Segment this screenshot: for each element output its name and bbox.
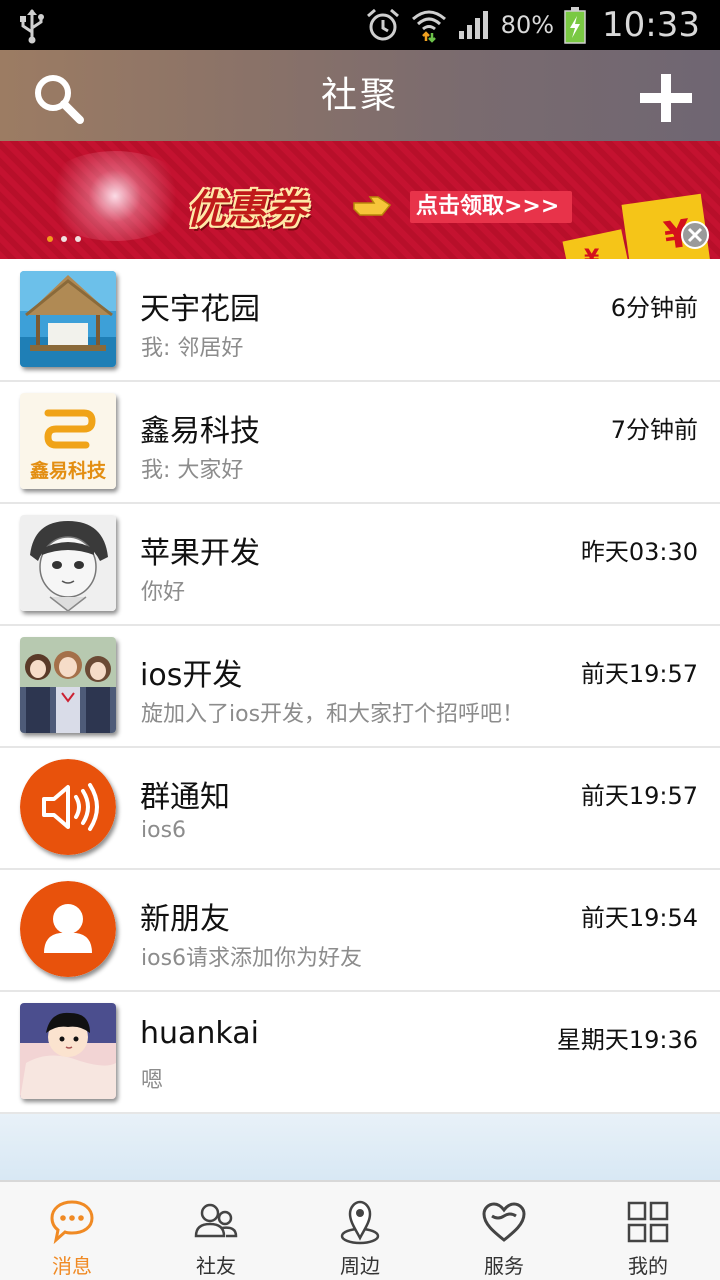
heart-hands-icon xyxy=(482,1202,526,1242)
conversation-time: 6分钟前 xyxy=(610,294,698,322)
conversation-time: 7分钟前 xyxy=(610,416,698,444)
location-pin-icon xyxy=(340,1200,380,1245)
conversation-name: ios开发 xyxy=(140,658,243,693)
friends-icon xyxy=(194,1203,238,1238)
conversation-list: 天宇花园 我: 邻居好 6分钟前 鑫易科技 鑫易科技 我: 大家好 7分钟前 苹… xyxy=(0,260,720,1114)
avatar-cartoon-kid xyxy=(20,1003,116,1099)
conversation-row[interactable]: 苹果开发 你好 昨天03:30 xyxy=(0,504,720,626)
coupon-title: 优惠券 xyxy=(186,186,306,233)
promo-banner[interactable]: 优惠券 点击领取>>> ¥ ¥ xyxy=(0,141,720,259)
clock: 10:33 xyxy=(602,5,700,45)
avatar-person-icon xyxy=(20,881,116,977)
pointing-hand-icon xyxy=(353,196,392,216)
grid-icon xyxy=(627,1201,669,1243)
svg-text:¥: ¥ xyxy=(584,246,600,259)
alarm-icon xyxy=(366,8,399,41)
pagination-dot xyxy=(47,236,53,242)
tab-label: 社友 xyxy=(196,1254,236,1278)
chat-bubble-icon xyxy=(50,1200,94,1245)
avatar-sketch-boy xyxy=(20,515,116,611)
conversation-preview: 旋加入了ios开发，和大家打个招呼吧！ xyxy=(141,702,525,727)
conversation-preview: 我: 大家好 xyxy=(141,458,244,483)
svg-text:鑫易科技: 鑫易科技 xyxy=(29,459,107,482)
conversation-name: 天宇花园 xyxy=(140,292,260,327)
conversation-time: 昨天03:30 xyxy=(580,538,698,566)
pagination-dot xyxy=(61,236,67,242)
battery-icon xyxy=(564,7,586,44)
page-title: 社聚 xyxy=(320,75,399,116)
conversation-preview: ios6请求添加你为好友 xyxy=(141,946,363,971)
tab-label: 服务 xyxy=(484,1254,524,1278)
conversation-name: 群通知 xyxy=(140,780,230,815)
conversation-row[interactable]: 鑫易科技 鑫易科技 我: 大家好 7分钟前 xyxy=(0,382,720,504)
conversation-row[interactable]: 群通知 ios6 前天19:57 xyxy=(0,748,720,870)
avatar-xinyi-logo: 鑫易科技 xyxy=(20,393,116,489)
conversation-preview: 我: 邻居好 xyxy=(141,336,244,361)
title-bar: 社聚 xyxy=(0,50,720,141)
conversation-preview: 你好 xyxy=(141,580,186,605)
tab-friends[interactable]: 社友 xyxy=(144,1182,288,1280)
tab-label: 我的 xyxy=(628,1254,668,1278)
banner-pagination xyxy=(47,236,81,242)
conversation-time: 前天19:54 xyxy=(580,904,698,932)
status-bar: 80% 10:33 xyxy=(0,0,720,50)
tab-services[interactable]: 服务 xyxy=(432,1182,576,1280)
tab-messages[interactable]: 消息 xyxy=(0,1182,144,1280)
usb-icon xyxy=(20,9,44,44)
conversation-name: 苹果开发 xyxy=(140,536,260,571)
conversation-name: 鑫易科技 xyxy=(140,414,260,449)
avatar-anime-girls xyxy=(20,637,116,733)
plus-icon[interactable] xyxy=(640,74,692,122)
conversation-row[interactable]: huankai 嗯 星期天19:36 xyxy=(0,992,720,1114)
avatar-speaker-icon xyxy=(20,759,116,855)
tab-mine[interactable]: 我的 xyxy=(576,1182,720,1280)
tab-nearby[interactable]: 周边 xyxy=(288,1182,432,1280)
tab-label: 周边 xyxy=(340,1254,380,1278)
claim-button[interactable]: 点击领取>>> xyxy=(410,191,572,223)
conversation-preview: 嗯 xyxy=(141,1068,164,1093)
wifi-icon xyxy=(411,10,446,43)
conversation-row[interactable]: 天宇花园 我: 邻居好 6分钟前 xyxy=(0,260,720,382)
pagination-dot xyxy=(75,236,81,242)
sparkle-decoration xyxy=(40,151,190,241)
conversation-row[interactable]: ios开发 旋加入了ios开发，和大家打个招呼吧！ 前天19:57 xyxy=(0,626,720,748)
conversation-preview: ios6 xyxy=(141,818,187,843)
list-empty-space xyxy=(0,1114,720,1180)
bottom-nav: 消息 社友 周边 服务 我的 xyxy=(0,1180,720,1280)
conversation-time: 前天19:57 xyxy=(580,660,698,688)
conversation-time: 星期天19:36 xyxy=(556,1026,698,1054)
battery-percent: 80% xyxy=(500,11,555,39)
conversation-time: 前天19:57 xyxy=(580,782,698,810)
avatar-hut-photo xyxy=(20,271,116,367)
close-icon[interactable] xyxy=(680,220,710,250)
signal-icon xyxy=(458,11,488,39)
conversation-name: 新朋友 xyxy=(140,902,230,937)
conversation-row[interactable]: 新朋友 ios6请求添加你为好友 前天19:54 xyxy=(0,870,720,992)
conversation-name: huankai xyxy=(140,1016,259,1051)
tab-label: 消息 xyxy=(52,1254,92,1278)
